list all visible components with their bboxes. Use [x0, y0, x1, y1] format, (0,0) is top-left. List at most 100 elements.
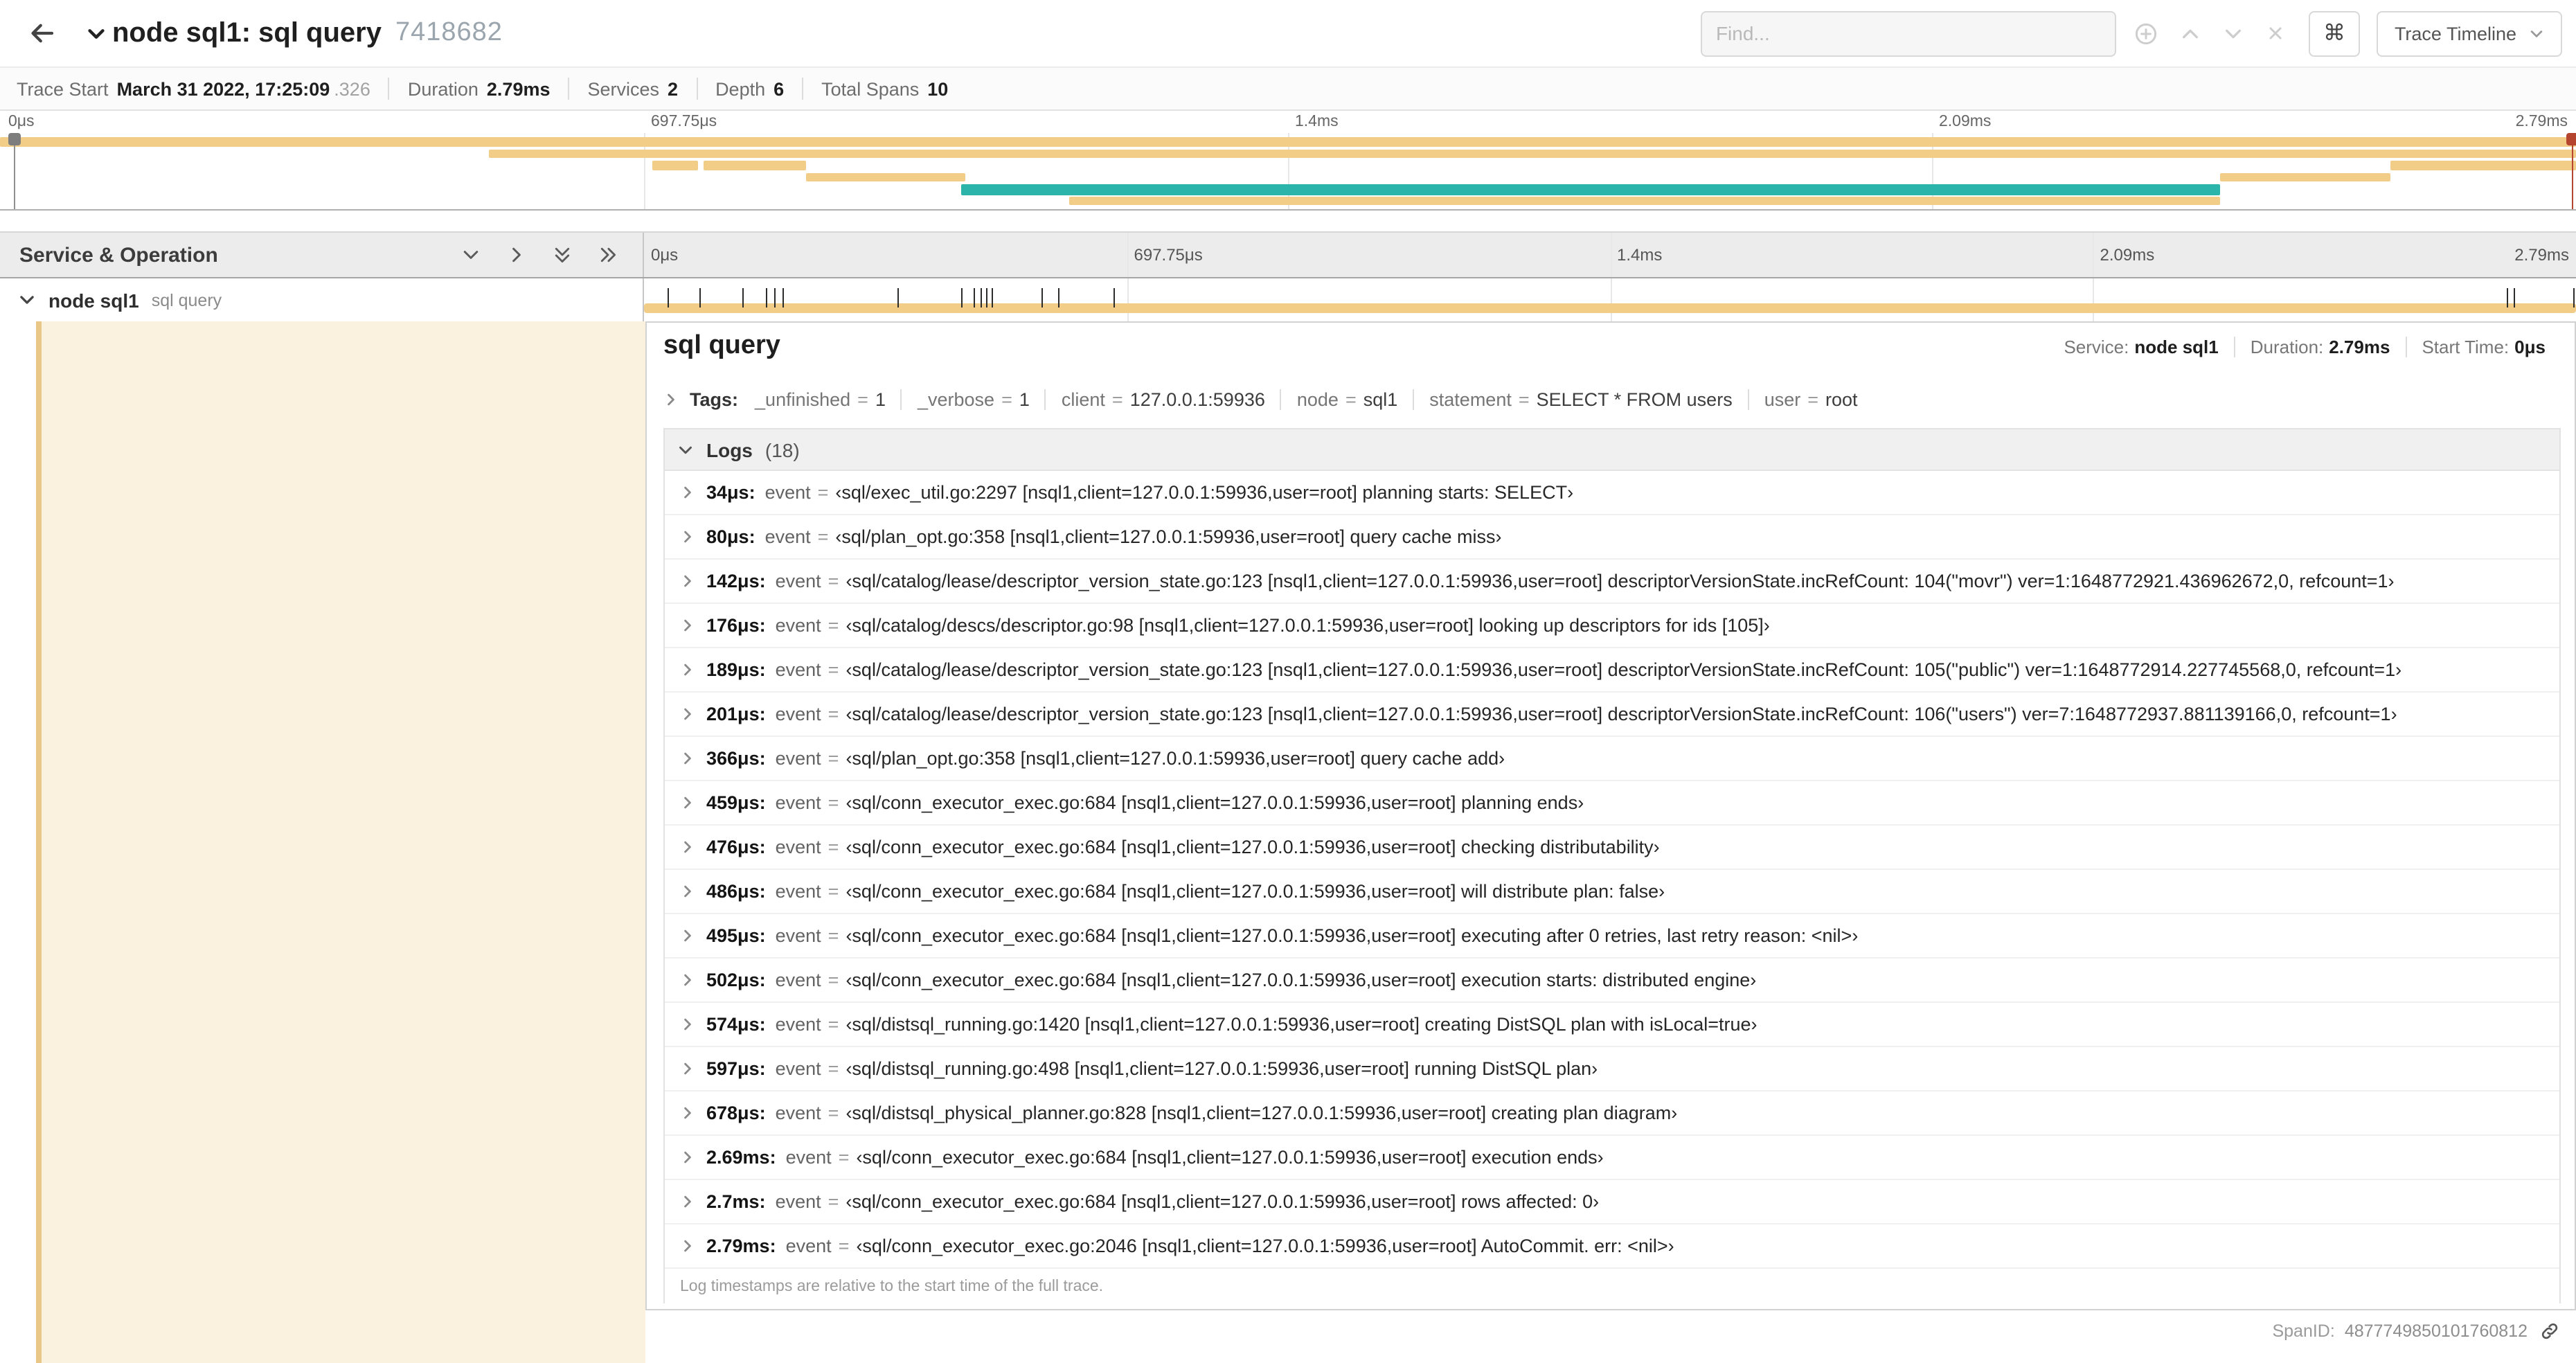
- service-operation-header: Service & Operation: [0, 233, 644, 277]
- log-row[interactable]: 459μs: event = ‹sql/conn_executor_exec.g…: [665, 781, 2559, 826]
- expand-one-button[interactable]: [504, 242, 529, 267]
- log-value: ‹sql/conn_executor_exec.go:684 [nsql1,cl…: [846, 792, 1584, 813]
- log-marker-tick: [668, 288, 670, 308]
- search-input[interactable]: [1715, 22, 2101, 44]
- minimap-span-bar: [489, 149, 2576, 158]
- trace-id: 7418682: [395, 18, 503, 47]
- equals-sign: =: [828, 881, 839, 902]
- minimap-span-bar: [652, 161, 699, 170]
- gridline: [1127, 233, 1129, 277]
- tags-label: Tags:: [690, 389, 739, 409]
- keyboard-shortcuts-button[interactable]: ⌘: [2308, 10, 2360, 56]
- log-value: ‹sql/conn_executor_exec.go:684 [nsql1,cl…: [846, 1191, 1600, 1212]
- log-row[interactable]: 502μs: event = ‹sql/conn_executor_exec.g…: [665, 959, 2559, 1003]
- trace-start-value: March 31 2022, 17:25:09: [116, 78, 330, 99]
- log-row[interactable]: 678μs: event = ‹sql/distsql_physical_pla…: [665, 1092, 2559, 1136]
- find-box[interactable]: [1700, 10, 2116, 56]
- next-match-button[interactable]: [2219, 19, 2248, 48]
- expand-all-button[interactable]: [596, 242, 620, 267]
- log-marker-tick: [774, 288, 776, 308]
- log-value: ‹sql/exec_util.go:2297 [nsql1,client=127…: [835, 482, 1574, 503]
- ruler-tick-label: 1.4ms: [1617, 245, 1663, 265]
- log-timestamp: 2.69ms:: [706, 1147, 776, 1168]
- span-detail-info: Service: node sql1 Duration: 2.79ms Start …: [2048, 337, 2561, 357]
- log-key: event: [775, 704, 821, 724]
- minimap-span-bar: [806, 172, 966, 181]
- equals-sign: =: [828, 1103, 839, 1123]
- gridline: [1610, 233, 1611, 277]
- tag-key: user: [1764, 389, 1801, 409]
- log-marker-tick: [782, 288, 785, 308]
- prev-match-button[interactable]: [2176, 19, 2205, 48]
- collapse-all-button[interactable]: [550, 242, 575, 267]
- log-row[interactable]: 574μs: event = ‹sql/distsql_running.go:1…: [665, 1003, 2559, 1047]
- log-row[interactable]: 189μs: event = ‹sql/catalog/lease/descri…: [665, 648, 2559, 693]
- log-row[interactable]: 476μs: event = ‹sql/conn_executor_exec.g…: [665, 826, 2559, 870]
- collapse-trace-header-button[interactable]: [86, 23, 107, 44]
- detail-duration-value: 2.79ms: [2329, 337, 2390, 357]
- link-icon[interactable]: [2540, 1321, 2559, 1341]
- ruler-tick-label: 2.79ms: [2514, 245, 2569, 265]
- trace-depth: Depth 6: [696, 78, 802, 100]
- minimap-span-bar: [2390, 161, 2576, 170]
- span-operation-name: sql query: [151, 290, 222, 310]
- equals-sign: =: [857, 389, 868, 409]
- span-row-timeline-cell[interactable]: [644, 278, 2576, 321]
- log-row[interactable]: 80μs: event = ‹sql/plan_opt.go:358 [nsql…: [665, 515, 2559, 560]
- tag-item: client = 127.0.0.1:59936: [1062, 389, 1282, 409]
- log-row[interactable]: 2.79ms: event = ‹sql/conn_executor_exec.…: [665, 1224, 2559, 1269]
- view-selector-button[interactable]: Trace Timeline: [2376, 10, 2562, 56]
- log-row[interactable]: 2.69ms: event = ‹sql/conn_executor_exec.…: [665, 1136, 2559, 1180]
- left-scrubber[interactable]: [8, 133, 21, 209]
- log-value: ‹sql/conn_executor_exec.go:684 [nsql1,cl…: [846, 837, 1660, 857]
- log-row[interactable]: 176μs: event = ‹sql/catalog/descs/descri…: [665, 604, 2559, 648]
- log-marker-tick: [742, 288, 744, 308]
- log-key: event: [785, 1147, 832, 1168]
- log-row[interactable]: 2.7ms: event = ‹sql/conn_executor_exec.g…: [665, 1180, 2559, 1224]
- circle-plus-button[interactable]: [2130, 17, 2162, 49]
- minimap-tick-label: 1.4ms: [1295, 114, 1339, 130]
- view-selector-label: Trace Timeline: [2394, 23, 2516, 44]
- equals-sign: =: [828, 659, 839, 680]
- log-timestamp: 2.79ms:: [706, 1236, 776, 1256]
- right-scrubber-handle[interactable]: [2566, 133, 2576, 145]
- minimap-span-bar: [0, 137, 2576, 146]
- logs-note: Log timestamps are relative to the start…: [680, 1278, 1104, 1294]
- left-scrubber-handle[interactable]: [8, 133, 21, 145]
- collapse-one-button[interactable]: [458, 242, 483, 267]
- log-row[interactable]: 486μs: event = ‹sql/conn_executor_exec.g…: [665, 870, 2559, 914]
- timeline-ruler: 0μs 697.75μs 1.4ms 2.09ms 2.79ms: [644, 233, 2576, 277]
- span-row-name-cell[interactable]: node sql1 sql query: [0, 278, 644, 321]
- detail-service-label: Service:: [2064, 337, 2129, 357]
- trace-start: Trace Start March 31 2022, 17:25:09 .326: [17, 78, 388, 100]
- tag-value: root: [1825, 389, 1858, 409]
- span-row[interactable]: node sql1 sql query: [0, 278, 2576, 321]
- log-marker-tick: [973, 288, 975, 308]
- minimap-canvas[interactable]: [0, 133, 2576, 209]
- log-value: ‹sql/catalog/lease/descriptor_version_st…: [846, 704, 2397, 724]
- log-key: event: [775, 748, 821, 769]
- log-row[interactable]: 201μs: event = ‹sql/catalog/lease/descri…: [665, 693, 2559, 737]
- tags-row[interactable]: Tags: _unfinished = 1 _verbose = 1 clien…: [663, 378, 2561, 420]
- log-marker-tick: [981, 288, 982, 308]
- double-chevron-down-icon: [555, 247, 570, 263]
- log-timestamp: 597μs:: [706, 1058, 766, 1079]
- log-row[interactable]: 495μs: event = ‹sql/conn_executor_exec.g…: [665, 914, 2559, 959]
- right-scrubber[interactable]: [2566, 133, 2576, 209]
- chevron-right-icon: [684, 1018, 691, 1031]
- chevron-right-icon: [684, 796, 691, 809]
- log-timestamp: 366μs:: [706, 748, 766, 769]
- logs-title: Logs: [706, 438, 753, 461]
- log-row[interactable]: 366μs: event = ‹sql/plan_opt.go:358 [nsq…: [665, 737, 2559, 781]
- log-row[interactable]: 34μs: event = ‹sql/exec_util.go:2297 [ns…: [665, 471, 2559, 515]
- chevron-right-icon: [684, 1062, 691, 1075]
- back-button[interactable]: [17, 8, 66, 58]
- log-row[interactable]: 597μs: event = ‹sql/distsql_running.go:4…: [665, 1047, 2559, 1092]
- chevron-right-icon: [684, 1240, 691, 1252]
- log-row[interactable]: 142μs: event = ‹sql/catalog/lease/descri…: [665, 560, 2559, 604]
- clear-search-button[interactable]: [2262, 19, 2289, 47]
- depth-label: Depth: [715, 78, 766, 99]
- logs-header[interactable]: Logs (18): [665, 429, 2559, 471]
- span-duration-bar[interactable]: [644, 303, 2576, 313]
- tag-value: sql1: [1363, 389, 1398, 409]
